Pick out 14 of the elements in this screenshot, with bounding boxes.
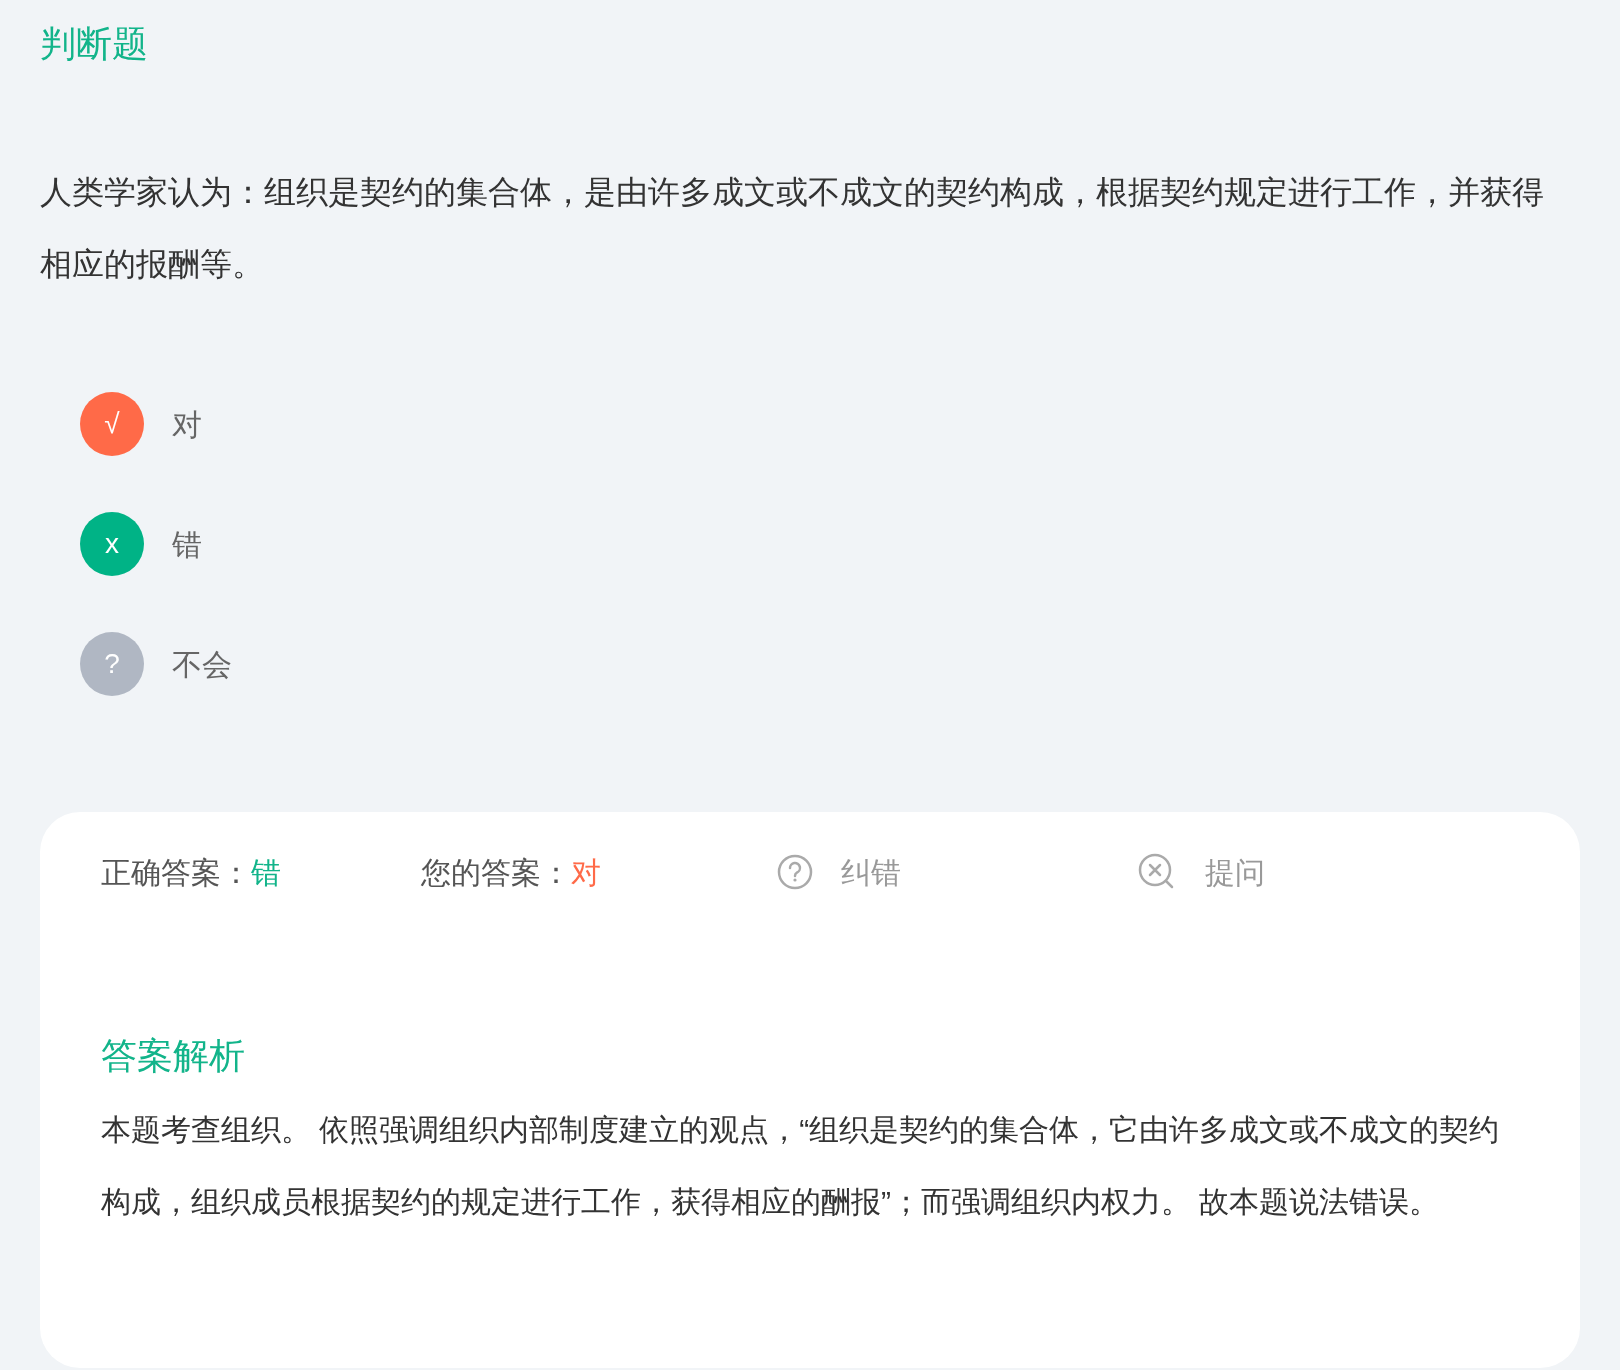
analysis-text: 本题考查组织。 依照强调组织内部制度建立的观点，“组织是契约的集合体，它由许多成文或不成文的契约构成，组织成员根据契约的规定进行工作，获得相应的酬报”；而强调组织内权力。 故本题说法错误。 <box>101 1112 1501 1220</box>
section-title: 判断题 <box>40 22 148 66</box>
correct-answer-value: 错 <box>251 854 281 891</box>
question-icon <box>777 854 813 890</box>
option-label[interactable]: 对 <box>172 401 202 447</box>
question-text: 人类学家认为：组织是契约的集合体，是由许多成文或不成文的契约构成，根据契约规定进行工作，并获得相应的报酬等。 <box>40 173 1545 284</box>
correct-answer-label: 正确答案： <box>101 854 251 891</box>
option-label[interactable]: 不会 <box>172 641 232 687</box>
report-error-button[interactable]: 纠错 <box>777 849 901 895</box>
your-answer-value: 对 <box>571 854 601 891</box>
option-label[interactable]: 错 <box>172 521 202 567</box>
your-answer-label: 您的答案： <box>421 854 571 891</box>
ask-question-button[interactable]: 提问 <box>1137 849 1265 895</box>
analysis-title: 答案解析 <box>101 1034 245 1078</box>
